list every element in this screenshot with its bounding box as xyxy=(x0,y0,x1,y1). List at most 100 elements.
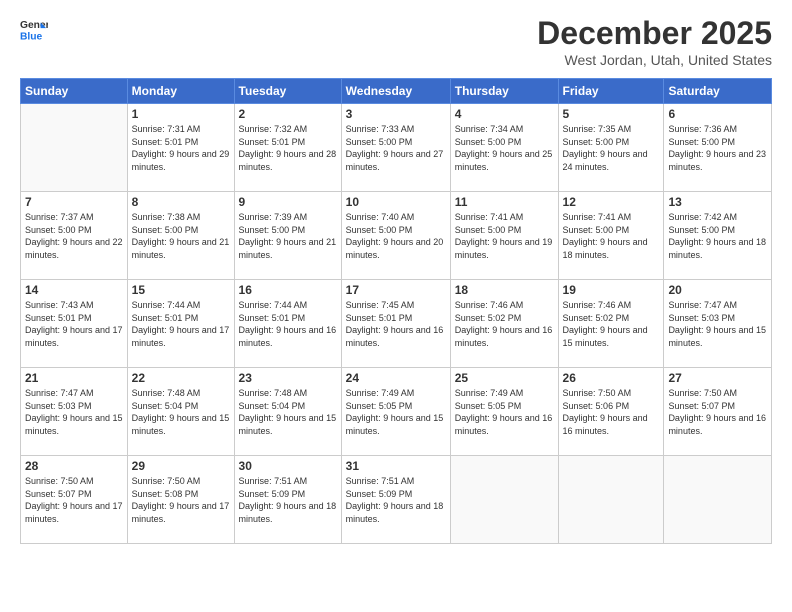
calendar-cell: 14 Sunrise: 7:43 AMSunset: 5:01 PMDayligh… xyxy=(21,280,128,368)
calendar-cell: 22 Sunrise: 7:48 AMSunset: 5:04 PMDayligh… xyxy=(127,368,234,456)
day-number: 11 xyxy=(455,195,554,209)
logo: General Blue xyxy=(20,15,48,43)
calendar-week-3: 14 Sunrise: 7:43 AMSunset: 5:01 PMDayligh… xyxy=(21,280,772,368)
calendar-cell: 16 Sunrise: 7:44 AMSunset: 5:01 PMDayligh… xyxy=(234,280,341,368)
day-info: Sunrise: 7:49 AMSunset: 5:05 PMDaylight:… xyxy=(346,387,446,437)
day-info: Sunrise: 7:50 AMSunset: 5:08 PMDaylight:… xyxy=(132,475,230,525)
day-info: Sunrise: 7:32 AMSunset: 5:01 PMDaylight:… xyxy=(239,123,337,173)
day-info: Sunrise: 7:36 AMSunset: 5:00 PMDaylight:… xyxy=(668,123,767,173)
day-info: Sunrise: 7:43 AMSunset: 5:01 PMDaylight:… xyxy=(25,299,123,349)
day-number: 26 xyxy=(563,371,660,385)
calendar-cell: 27Sunrise: 7:50 AMSunset: 5:07 PMDayligh… xyxy=(664,368,772,456)
day-number: 20 xyxy=(668,283,767,297)
calendar-cell: 29 Sunrise: 7:50 AMSunset: 5:08 PMDayligh… xyxy=(127,456,234,544)
calendar-cell: 6 Sunrise: 7:36 AMSunset: 5:00 PMDaylight… xyxy=(664,104,772,192)
header-row: Sunday Monday Tuesday Wednesday Thursday… xyxy=(21,79,772,104)
calendar-week-5: 28 Sunrise: 7:50 AMSunset: 5:07 PMDayligh… xyxy=(21,456,772,544)
calendar-cell xyxy=(450,456,558,544)
day-info: Sunrise: 7:33 AMSunset: 5:00 PMDaylight:… xyxy=(346,123,446,173)
day-number: 2 xyxy=(239,107,337,121)
day-info: Sunrise: 7:46 AMSunset: 5:02 PMDaylight:… xyxy=(455,299,554,349)
col-friday: Friday xyxy=(558,79,664,104)
day-number: 23 xyxy=(239,371,337,385)
calendar-cell: 20 Sunrise: 7:47 AMSunset: 5:03 PMDayligh… xyxy=(664,280,772,368)
svg-text:Blue: Blue xyxy=(20,31,43,42)
calendar-cell: 9 Sunrise: 7:39 AMSunset: 5:00 PMDaylight… xyxy=(234,192,341,280)
col-wednesday: Wednesday xyxy=(341,79,450,104)
calendar-cell: 17 Sunrise: 7:45 AMSunset: 5:01 PMDayligh… xyxy=(341,280,450,368)
calendar-table: Sunday Monday Tuesday Wednesday Thursday… xyxy=(20,78,772,544)
day-number: 21 xyxy=(25,371,123,385)
day-info: Sunrise: 7:46 AMSunset: 5:02 PMDaylight:… xyxy=(563,299,660,349)
day-number: 25 xyxy=(455,371,554,385)
calendar-page: General Blue December 2025 West Jordan, … xyxy=(0,0,792,612)
day-number: 29 xyxy=(132,459,230,473)
calendar-cell: 8 Sunrise: 7:38 AMSunset: 5:00 PMDaylight… xyxy=(127,192,234,280)
day-info: Sunrise: 7:40 AMSunset: 5:00 PMDaylight:… xyxy=(346,211,446,261)
calendar-week-1: 1 Sunrise: 7:31 AMSunset: 5:01 PMDaylight… xyxy=(21,104,772,192)
calendar-cell: 5Sunrise: 7:35 AMSunset: 5:00 PMDaylight… xyxy=(558,104,664,192)
day-info: Sunrise: 7:44 AMSunset: 5:01 PMDaylight:… xyxy=(239,299,337,349)
day-number: 28 xyxy=(25,459,123,473)
day-number: 8 xyxy=(132,195,230,209)
calendar-week-4: 21Sunrise: 7:47 AMSunset: 5:03 PMDayligh… xyxy=(21,368,772,456)
day-info: Sunrise: 7:48 AMSunset: 5:04 PMDaylight:… xyxy=(239,387,337,437)
day-number: 9 xyxy=(239,195,337,209)
day-info: Sunrise: 7:51 AMSunset: 5:09 PMDaylight:… xyxy=(346,475,446,525)
calendar-cell: 18 Sunrise: 7:46 AMSunset: 5:02 PMDayligh… xyxy=(450,280,558,368)
svg-text:General: General xyxy=(20,20,48,31)
day-number: 22 xyxy=(132,371,230,385)
calendar-cell: 24 Sunrise: 7:49 AMSunset: 5:05 PMDayligh… xyxy=(341,368,450,456)
day-number: 18 xyxy=(455,283,554,297)
day-number: 12 xyxy=(563,195,660,209)
day-info: Sunrise: 7:50 AMSunset: 5:07 PMDaylight:… xyxy=(25,475,123,525)
day-info: Sunrise: 7:47 AMSunset: 5:03 PMDaylight:… xyxy=(668,299,767,349)
logo-icon: General Blue xyxy=(20,15,48,43)
day-info: Sunrise: 7:31 AMSunset: 5:01 PMDaylight:… xyxy=(132,123,230,173)
day-number: 15 xyxy=(132,283,230,297)
day-info: Sunrise: 7:44 AMSunset: 5:01 PMDaylight:… xyxy=(132,299,230,349)
day-info: Sunrise: 7:37 AMSunset: 5:00 PMDaylight:… xyxy=(25,211,123,261)
month-title: December 2025 xyxy=(537,15,772,52)
calendar-cell: 31Sunrise: 7:51 AMSunset: 5:09 PMDayligh… xyxy=(341,456,450,544)
day-number: 10 xyxy=(346,195,446,209)
calendar-cell: 10 Sunrise: 7:40 AMSunset: 5:00 PMDayligh… xyxy=(341,192,450,280)
day-number: 16 xyxy=(239,283,337,297)
day-info: Sunrise: 7:39 AMSunset: 5:00 PMDaylight:… xyxy=(239,211,337,261)
calendar-cell: 19 Sunrise: 7:46 AMSunset: 5:02 PMDayligh… xyxy=(558,280,664,368)
calendar-cell xyxy=(664,456,772,544)
day-number: 6 xyxy=(668,107,767,121)
day-info: Sunrise: 7:49 AMSunset: 5:05 PMDaylight:… xyxy=(455,387,554,437)
day-info: Sunrise: 7:51 AMSunset: 5:09 PMDaylight:… xyxy=(239,475,337,525)
calendar-cell: 7 Sunrise: 7:37 AMSunset: 5:00 PMDaylight… xyxy=(21,192,128,280)
calendar-cell: 26Sunrise: 7:50 AMSunset: 5:06 PMDayligh… xyxy=(558,368,664,456)
calendar-cell: 12 Sunrise: 7:41 AMSunset: 5:00 PMDayligh… xyxy=(558,192,664,280)
col-thursday: Thursday xyxy=(450,79,558,104)
day-info: Sunrise: 7:42 AMSunset: 5:00 PMDaylight:… xyxy=(668,211,767,261)
day-number: 1 xyxy=(132,107,230,121)
calendar-cell: 2 Sunrise: 7:32 AMSunset: 5:01 PMDaylight… xyxy=(234,104,341,192)
day-info: Sunrise: 7:38 AMSunset: 5:00 PMDaylight:… xyxy=(132,211,230,261)
day-info: Sunrise: 7:41 AMSunset: 5:00 PMDaylight:… xyxy=(563,211,660,261)
calendar-cell: 15 Sunrise: 7:44 AMSunset: 5:01 PMDayligh… xyxy=(127,280,234,368)
calendar-cell: 28 Sunrise: 7:50 AMSunset: 5:07 PMDayligh… xyxy=(21,456,128,544)
day-number: 27 xyxy=(668,371,767,385)
day-info: Sunrise: 7:34 AMSunset: 5:00 PMDaylight:… xyxy=(455,123,554,173)
day-number: 13 xyxy=(668,195,767,209)
day-number: 3 xyxy=(346,107,446,121)
day-number: 17 xyxy=(346,283,446,297)
title-block: December 2025 West Jordan, Utah, United … xyxy=(537,15,772,68)
day-number: 7 xyxy=(25,195,123,209)
day-number: 30 xyxy=(239,459,337,473)
day-info: Sunrise: 7:48 AMSunset: 5:04 PMDaylight:… xyxy=(132,387,230,437)
col-saturday: Saturday xyxy=(664,79,772,104)
day-info: Sunrise: 7:45 AMSunset: 5:01 PMDaylight:… xyxy=(346,299,446,349)
calendar-cell: 25 Sunrise: 7:49 AMSunset: 5:05 PMDayligh… xyxy=(450,368,558,456)
day-number: 4 xyxy=(455,107,554,121)
calendar-cell: 13 Sunrise: 7:42 AMSunset: 5:00 PMDayligh… xyxy=(664,192,772,280)
col-sunday: Sunday xyxy=(21,79,128,104)
day-number: 24 xyxy=(346,371,446,385)
day-number: 14 xyxy=(25,283,123,297)
day-number: 19 xyxy=(563,283,660,297)
day-info: Sunrise: 7:41 AMSunset: 5:00 PMDaylight:… xyxy=(455,211,554,261)
